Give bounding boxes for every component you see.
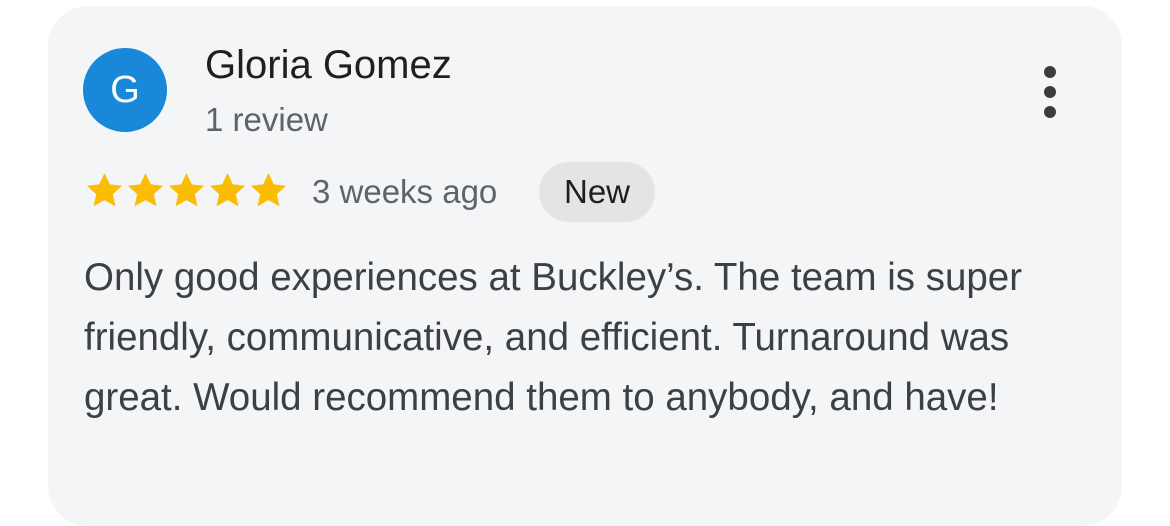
star-icon xyxy=(250,173,287,207)
reviewer-name[interactable]: Gloria Gomez xyxy=(205,42,452,88)
more-vertical-icon-dot xyxy=(1044,86,1056,98)
review-text: Only good experiences at Buckley’s. The … xyxy=(84,256,1023,419)
more-vertical-icon-dot xyxy=(1044,106,1056,118)
more-options-button[interactable] xyxy=(1024,60,1076,124)
star-icon xyxy=(127,173,164,207)
reviewer-review-count[interactable]: 1 review xyxy=(205,100,328,140)
review-time: 3 weeks ago xyxy=(312,173,498,210)
star-rating xyxy=(84,170,289,211)
new-badge: New xyxy=(539,162,656,222)
star-icon xyxy=(168,173,205,207)
avatar[interactable]: G xyxy=(83,48,167,132)
more-vertical-icon xyxy=(1044,66,1056,78)
star-icon xyxy=(86,173,123,207)
star-icon xyxy=(209,173,246,207)
avatar-letter: G xyxy=(110,69,140,111)
